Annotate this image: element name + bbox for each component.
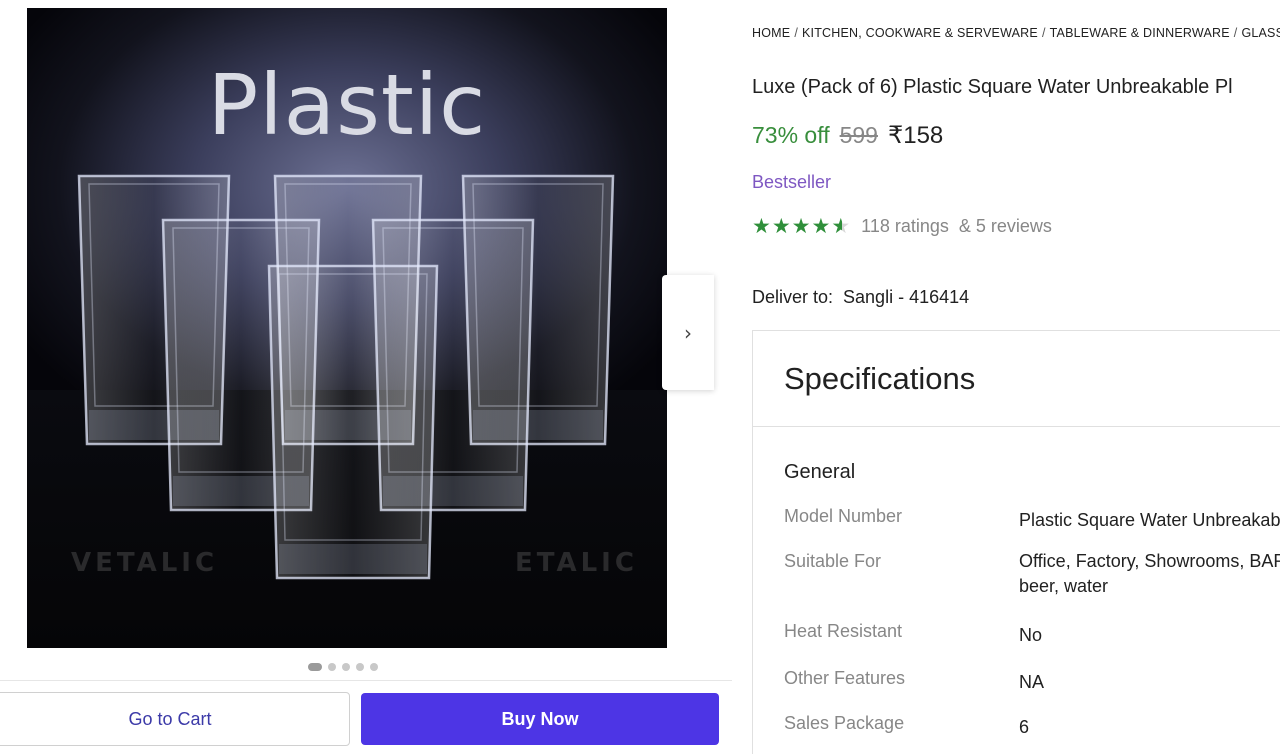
- star-icon: ★: [831, 214, 852, 238]
- chevron-right-icon: ›: [684, 320, 692, 345]
- spec-key: Heat Resistant: [784, 621, 903, 641]
- rating-stars: ★★★★★: [752, 216, 851, 237]
- spec-value: No: [1019, 625, 1043, 645]
- ratings-count[interactable]: 118 ratings: [861, 216, 949, 237]
- watermark-right: ETALIC: [515, 548, 638, 578]
- next-image-button[interactable]: ›: [662, 275, 714, 390]
- reviews-count[interactable]: & 5 reviews: [959, 216, 1052, 237]
- price-row: 73% off 599 ₹158: [752, 121, 943, 150]
- pagination-dot[interactable]: [328, 663, 336, 671]
- watermark-left: VETALIC: [71, 548, 219, 578]
- spec-value: 6: [1019, 717, 1030, 737]
- deliver-label: Deliver to:: [752, 287, 834, 307]
- spec-value: NA: [1019, 672, 1045, 692]
- specifications-card: Specifications General Model Number Plas…: [752, 330, 1280, 754]
- product-title: Luxe (Pack of 6) Plastic Square Water Un…: [752, 76, 1233, 98]
- image-pagination-dots: [308, 663, 378, 671]
- breadcrumb-separator: /: [1041, 26, 1046, 40]
- buy-now-button[interactable]: Buy Now: [361, 693, 719, 745]
- spec-key: Suitable For: [784, 551, 882, 571]
- rating-row[interactable]: ★★★★★ 118 ratings & 5 reviews: [752, 216, 1052, 237]
- glass-shape: [267, 264, 439, 580]
- spec-key: Other Features: [784, 668, 906, 688]
- bestseller-badge: Bestseller: [752, 172, 832, 192]
- star-icon: ★: [791, 214, 812, 238]
- go-to-cart-button[interactable]: Go to Cart: [0, 692, 350, 746]
- pagination-dot[interactable]: [370, 663, 378, 671]
- breadcrumb-tableware[interactable]: TABLEWARE & DINNERWARE: [1050, 26, 1230, 40]
- selling-price: ₹158: [887, 122, 944, 149]
- spec-value: Office, Factory, Showrooms, BAR beer, wa…: [1019, 551, 1280, 596]
- breadcrumb-separator: /: [1233, 26, 1238, 40]
- breadcrumb-home[interactable]: HOME: [752, 26, 790, 40]
- star-icon: ★: [771, 214, 792, 238]
- spec-value: Plastic Square Water Unbreakab: [1019, 510, 1280, 530]
- pagination-dot[interactable]: [356, 663, 364, 671]
- star-icon: ★: [752, 214, 772, 238]
- breadcrumb: HOME / KITCHEN, COOKWARE & SERVEWARE / TABLE…: [752, 26, 1280, 40]
- discount-percent: 73% off: [752, 122, 830, 148]
- deliver-pincode: Sangli - 416414: [843, 287, 970, 307]
- star-icon: ★: [811, 214, 832, 238]
- original-price: 599: [839, 122, 878, 148]
- pagination-dot[interactable]: [342, 663, 350, 671]
- breadcrumb-kitchen[interactable]: KITCHEN, COOKWARE & SERVEWARE: [802, 26, 1038, 40]
- pagination-dot[interactable]: [308, 663, 322, 671]
- breadcrumb-separator: /: [794, 26, 798, 40]
- breadcrumb-glass[interactable]: GLASS: [1241, 26, 1280, 40]
- spec-key: Sales Package: [784, 713, 905, 733]
- spec-group-general: General: [784, 461, 856, 483]
- spec-key: Model Number: [784, 506, 903, 526]
- delivery-location[interactable]: Deliver to: Sangli - 416414: [752, 287, 969, 308]
- specifications-heading: Specifications: [753, 331, 1280, 427]
- product-image[interactable]: Plastic VETALIC ETALIC: [27, 8, 667, 648]
